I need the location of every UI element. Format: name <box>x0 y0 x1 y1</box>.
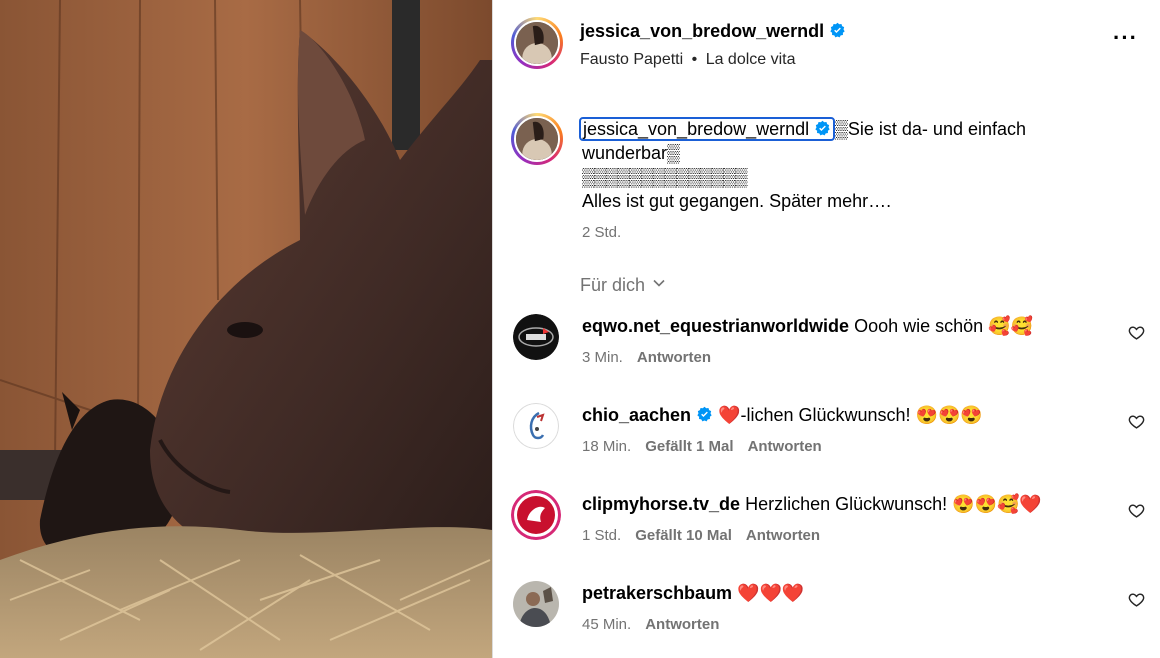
comment-meta: 1 Std. Gefällt 10 Mal Antworten <box>582 527 834 544</box>
caption-username-text[interactable]: jessica_von_bredow_werndl <box>583 119 809 139</box>
author-username[interactable]: jessica_von_bredow_werndl <box>580 21 846 42</box>
like-heart-icon[interactable] <box>1128 324 1145 341</box>
like-heart-icon[interactable] <box>1128 502 1145 519</box>
comment-meta: 3 Min. Antworten <box>582 349 725 366</box>
comment-item: eqwo.net_equestrianworldwide Oooh wie sc… <box>493 314 1160 394</box>
comment-username[interactable]: clipmyhorse.tv_de <box>582 494 740 514</box>
post-caption: jessica_von_bredow_werndl ▒Sie ist da- un… <box>579 117 1102 213</box>
audio-artist[interactable]: Fausto Papetti <box>580 51 683 68</box>
comment-time[interactable]: 1 Std. <box>582 527 621 544</box>
comment-username[interactable]: petrakerschbaum <box>582 583 732 603</box>
caption-avatar[interactable] <box>511 113 563 165</box>
user-photo-avatar <box>513 581 559 627</box>
comment-item: petrakerschbaum ❤️❤️❤️ 45 Min. Antworten <box>493 581 1160 658</box>
verified-badge-icon <box>697 406 712 422</box>
post-image <box>0 0 492 658</box>
comment-avatar[interactable] <box>511 490 561 540</box>
comment-filter-dropdown[interactable]: Für dich <box>580 275 665 296</box>
author-avatar-image <box>516 22 558 64</box>
comment-text: petrakerschbaum ❤️❤️❤️ <box>582 583 804 604</box>
like-heart-icon[interactable] <box>1128 591 1145 608</box>
reply-button[interactable]: Antworten <box>746 527 820 544</box>
reply-button[interactable]: Antworten <box>645 616 719 633</box>
audio-info[interactable]: Fausto Papetti • La dolce vita <box>580 51 796 69</box>
comment-text: chio_aachen ❤️-lichen Glückwunsch! 😍😍😍 <box>582 405 983 426</box>
comment-meta: 45 Min. Antworten <box>582 616 733 633</box>
comment-item: chio_aachen ❤️-lichen Glückwunsch! 😍😍😍 1… <box>493 403 1160 483</box>
comment-text: eqwo.net_equestrianworldwide Oooh wie sc… <box>582 316 1033 337</box>
comment-meta: 18 Min. Gefällt 1 Mal Antworten <box>582 438 836 455</box>
comment-avatar[interactable] <box>513 581 559 627</box>
caption-line-3: ▒▒▒▒▒▒▒▒▒▒▒▒▒▒ <box>582 167 748 187</box>
comment-body: Oooh wie schön 🥰🥰 <box>854 316 1033 336</box>
caption-username[interactable]: jessica_von_bredow_werndl <box>579 117 836 141</box>
comment-time[interactable]: 45 Min. <box>582 616 631 633</box>
comment-time[interactable]: 3 Min. <box>582 349 623 366</box>
comment-body: ❤️❤️❤️ <box>737 583 805 603</box>
comment-avatar[interactable] <box>513 314 559 360</box>
comment-username[interactable]: eqwo.net_equestrianworldwide <box>582 316 849 336</box>
comment-item: clipmyhorse.tv_de Herzlichen Glückwunsch… <box>493 490 1160 572</box>
post-panel: jessica_von_bredow_werndl Fausto Papetti… <box>492 0 1160 658</box>
caption-line-2: wunderbar▒ <box>582 143 680 163</box>
comment-body: ❤️-lichen Glückwunsch! 😍😍😍 <box>718 405 983 425</box>
clipmyhorse-logo-avatar <box>511 490 561 540</box>
chevron-down-icon <box>653 279 665 287</box>
post-media[interactable] <box>0 0 492 658</box>
author-name[interactable]: jessica_von_bredow_werndl <box>580 21 824 41</box>
author-avatar[interactable] <box>511 17 563 69</box>
more-options-icon[interactable]: ··· <box>1113 27 1138 49</box>
comment-username[interactable]: chio_aachen <box>582 405 691 425</box>
caption-line-4: Alles ist gut gegangen. Später mehr…. <box>582 191 892 211</box>
caption-line-1: ▒Sie ist da- und einfach <box>835 119 1027 139</box>
eqwo-logo-avatar <box>513 314 559 360</box>
comment-body: Herzlichen Glückwunsch! 😍😍🥰❤️ <box>745 494 1042 514</box>
comment-filter-label[interactable]: Für dich <box>580 275 645 295</box>
caption-avatar-image <box>516 118 558 160</box>
chio-logo-avatar <box>513 403 559 449</box>
comment-time[interactable]: 18 Min. <box>582 438 631 455</box>
reply-button[interactable]: Antworten <box>748 438 822 455</box>
caption-timestamp[interactable]: 2 Std. <box>582 224 621 241</box>
comment-avatar[interactable] <box>513 403 559 449</box>
audio-track[interactable]: La dolce vita <box>706 51 796 68</box>
comment-like-count[interactable]: Gefällt 1 Mal <box>645 438 733 455</box>
audio-separator: • <box>691 51 698 68</box>
like-heart-icon[interactable] <box>1128 413 1145 430</box>
reply-button[interactable]: Antworten <box>637 349 711 366</box>
verified-badge-icon <box>830 22 845 38</box>
comment-text: clipmyhorse.tv_de Herzlichen Glückwunsch… <box>582 494 1042 515</box>
comment-like-count[interactable]: Gefällt 10 Mal <box>635 527 732 544</box>
verified-badge-icon <box>815 120 830 136</box>
